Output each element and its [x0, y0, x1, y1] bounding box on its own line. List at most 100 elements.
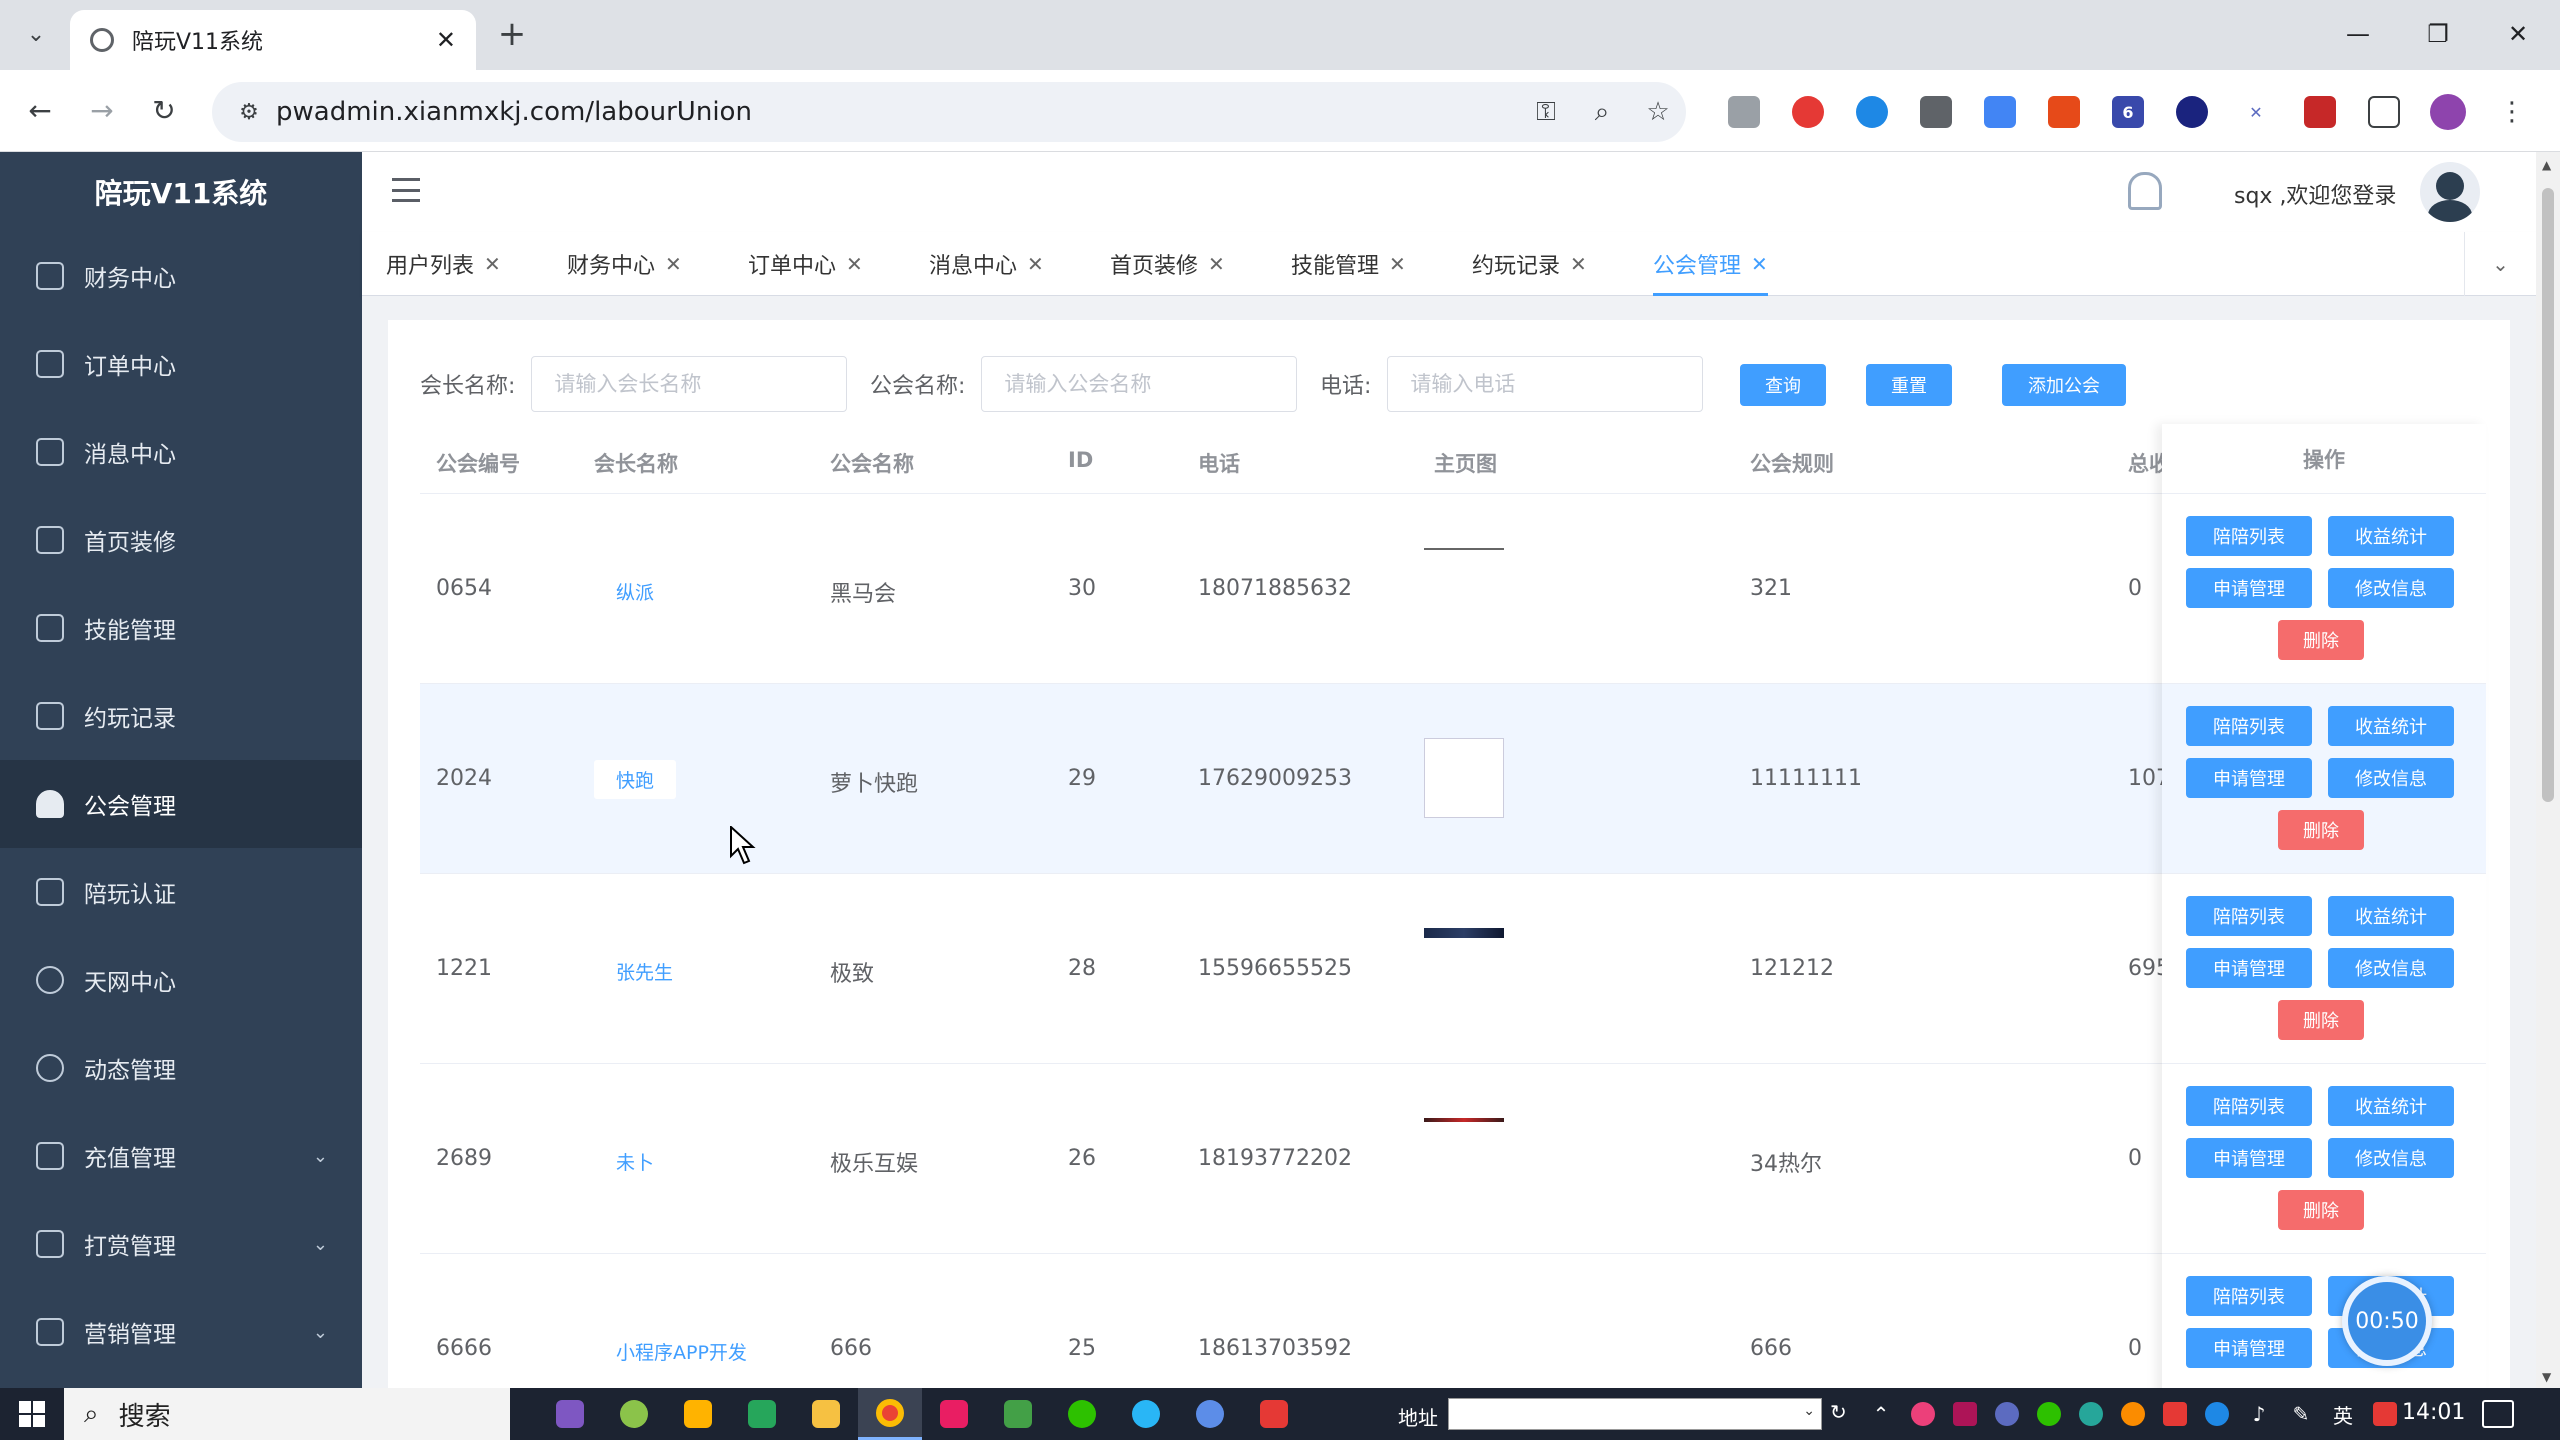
sidebar-item-skills[interactable]: 技能管理: [0, 584, 362, 672]
companions-list-button[interactable]: 陪陪列表: [2186, 896, 2312, 936]
sidebar-item-certification[interactable]: 陪玩认证: [0, 848, 362, 936]
taskbar-app-3[interactable]: [666, 1388, 730, 1440]
edit-info-button[interactable]: 修改信息: [2328, 1138, 2454, 1178]
clock[interactable]: 14:01: [2402, 1400, 2465, 1425]
edit-info-button[interactable]: 修改信息: [2328, 948, 2454, 988]
tag-home-decor[interactable]: 首页装修 ✕: [1110, 232, 1225, 296]
delete-button[interactable]: 删除: [2278, 810, 2364, 850]
tray-app-icon[interactable]: [2196, 1388, 2238, 1440]
hamburger-menu-icon[interactable]: [392, 178, 420, 202]
sidebar-item-skynet[interactable]: 天网中心: [0, 936, 362, 1024]
tray-app-icon[interactable]: [2154, 1388, 2196, 1440]
windows-start-icon[interactable]: [0, 1388, 64, 1440]
tag-guild[interactable]: 公会管理 ✕: [1653, 232, 1768, 296]
companions-list-button[interactable]: 陪陪列表: [2186, 1086, 2312, 1126]
taskbar-app-10[interactable]: [1114, 1388, 1178, 1440]
close-icon[interactable]: ✕: [665, 252, 682, 276]
chevron-down-icon[interactable]: ⌄: [1803, 1403, 1815, 1419]
close-tab-icon[interactable]: ✕: [436, 26, 456, 54]
tray-expand-icon[interactable]: ⌃: [1860, 1388, 1902, 1440]
leader-name-input[interactable]: [531, 356, 848, 412]
delete-button[interactable]: 删除: [2278, 620, 2364, 660]
cover-image[interactable]: [1424, 738, 1504, 818]
cell-leader-link[interactable]: 小程序APP开发: [616, 1338, 747, 1365]
wechat-icon[interactable]: [1050, 1388, 1114, 1440]
revenue-stats-button[interactable]: 收益统计: [2328, 896, 2454, 936]
cell-leader-link[interactable]: 张先生: [616, 958, 673, 985]
recording-timer[interactable]: 00:50: [2342, 1276, 2432, 1366]
badge-extension-icon[interactable]: 6: [2096, 90, 2160, 134]
taskbar-app-7[interactable]: [922, 1388, 986, 1440]
search-extension-icon[interactable]: [2160, 90, 2224, 134]
application-manage-button[interactable]: 申请管理: [2186, 758, 2312, 798]
reload-icon[interactable]: ↻: [144, 90, 184, 130]
edit-info-button[interactable]: 修改信息: [2328, 758, 2454, 798]
taskbar-app-8[interactable]: [986, 1388, 1050, 1440]
tray-app-icon[interactable]: [1986, 1388, 2028, 1440]
add-guild-button[interactable]: 添加公会: [2002, 364, 2126, 406]
tag-finance[interactable]: 财务中心 ✕: [567, 232, 682, 296]
close-icon[interactable]: ✕: [484, 252, 501, 276]
puzzle-extensions-icon[interactable]: [2352, 90, 2416, 134]
query-button[interactable]: 查询: [1740, 364, 1826, 406]
edit-info-button[interactable]: 修改信息: [2328, 568, 2454, 608]
companions-list-button[interactable]: 陪陪列表: [2186, 516, 2312, 556]
chrome-icon[interactable]: [858, 1388, 922, 1440]
bookmark-star-icon[interactable]: ☆: [1630, 97, 1686, 127]
x-extension-icon[interactable]: ✕: [2224, 90, 2288, 134]
sidebar-item-play-records[interactable]: 约玩记录: [0, 672, 362, 760]
browser-tab[interactable]: 陪玩V11系统 ✕: [70, 10, 476, 70]
restore-button[interactable]: ❐: [2418, 14, 2458, 54]
revenue-stats-button[interactable]: 收益统计: [2328, 1086, 2454, 1126]
cover-image[interactable]: [1424, 928, 1504, 938]
cell-leader-link[interactable]: 纵派: [616, 578, 654, 605]
password-key-icon[interactable]: ⚿: [1518, 97, 1574, 128]
taskbar-search[interactable]: ⌕ 搜索: [64, 1388, 510, 1440]
file-explorer-icon[interactable]: [794, 1388, 858, 1440]
close-window-button[interactable]: ✕: [2498, 14, 2538, 54]
application-manage-button[interactable]: 申请管理: [2186, 948, 2312, 988]
cover-image[interactable]: [1424, 1118, 1504, 1122]
companions-list-button[interactable]: 陪陪列表: [2186, 706, 2312, 746]
percent-extension-icon[interactable]: [2032, 90, 2096, 134]
sidebar-item-moments[interactable]: 动态管理: [0, 1024, 362, 1112]
tray-wechat-icon[interactable]: [2028, 1388, 2070, 1440]
cover-image[interactable]: [1424, 548, 1504, 550]
address-toolbar-input[interactable]: ⌄: [1448, 1398, 1822, 1430]
profile-avatar[interactable]: [2416, 90, 2480, 134]
scrollbar-thumb[interactable]: [2542, 188, 2554, 802]
tag-messages[interactable]: 消息中心 ✕: [929, 232, 1044, 296]
reset-button[interactable]: 重置: [1866, 364, 1952, 406]
scroll-down-icon[interactable]: ▼: [2542, 1370, 2551, 1384]
cell-leader-link[interactable]: 未卜: [616, 1148, 654, 1175]
tray-app-icon[interactable]: [2070, 1388, 2112, 1440]
close-icon[interactable]: ✕: [1027, 252, 1044, 276]
close-icon[interactable]: ✕: [846, 252, 863, 276]
close-icon[interactable]: ✕: [1570, 252, 1587, 276]
avatar[interactable]: [2420, 162, 2480, 222]
application-manage-button[interactable]: 申请管理: [2186, 568, 2312, 608]
delete-button[interactable]: 删除: [2278, 1190, 2364, 1230]
delete-button[interactable]: 删除: [2278, 1000, 2364, 1040]
url-text[interactable]: pwadmin.xianmxkj.com/labourUnion: [276, 97, 1518, 127]
pdf-extension-icon[interactable]: [2288, 90, 2352, 134]
tags-dropdown-icon[interactable]: ⌄: [2464, 232, 2536, 296]
forward-arrow-icon[interactable]: →: [82, 90, 122, 130]
sidebar-item-marketing[interactable]: 营销管理 ⌄: [0, 1288, 362, 1376]
pen-icon[interactable]: ✎: [2280, 1388, 2322, 1440]
sidebar-item-guild[interactable]: 公会管理: [0, 760, 362, 848]
close-icon[interactable]: ✕: [1751, 252, 1768, 276]
close-icon[interactable]: ✕: [1389, 252, 1406, 276]
translate-extension-icon[interactable]: [1968, 90, 2032, 134]
application-manage-button[interactable]: 申请管理: [2186, 1138, 2312, 1178]
copy-extension-icon[interactable]: [1904, 90, 1968, 134]
sidebar-item-finance[interactable]: 财务中心: [0, 232, 362, 320]
refresh-icon[interactable]: ↻: [1830, 1400, 1847, 1424]
close-icon[interactable]: ✕: [1208, 252, 1225, 276]
taskbar-app-2[interactable]: [602, 1388, 666, 1440]
sidebar-item-orders[interactable]: 订单中心: [0, 320, 362, 408]
revenue-stats-button[interactable]: 收益统计: [2328, 706, 2454, 746]
companions-list-button[interactable]: 陪陪列表: [2186, 1276, 2312, 1316]
revenue-stats-button[interactable]: 收益统计: [2328, 516, 2454, 556]
tray-app-icon[interactable]: [2112, 1388, 2154, 1440]
